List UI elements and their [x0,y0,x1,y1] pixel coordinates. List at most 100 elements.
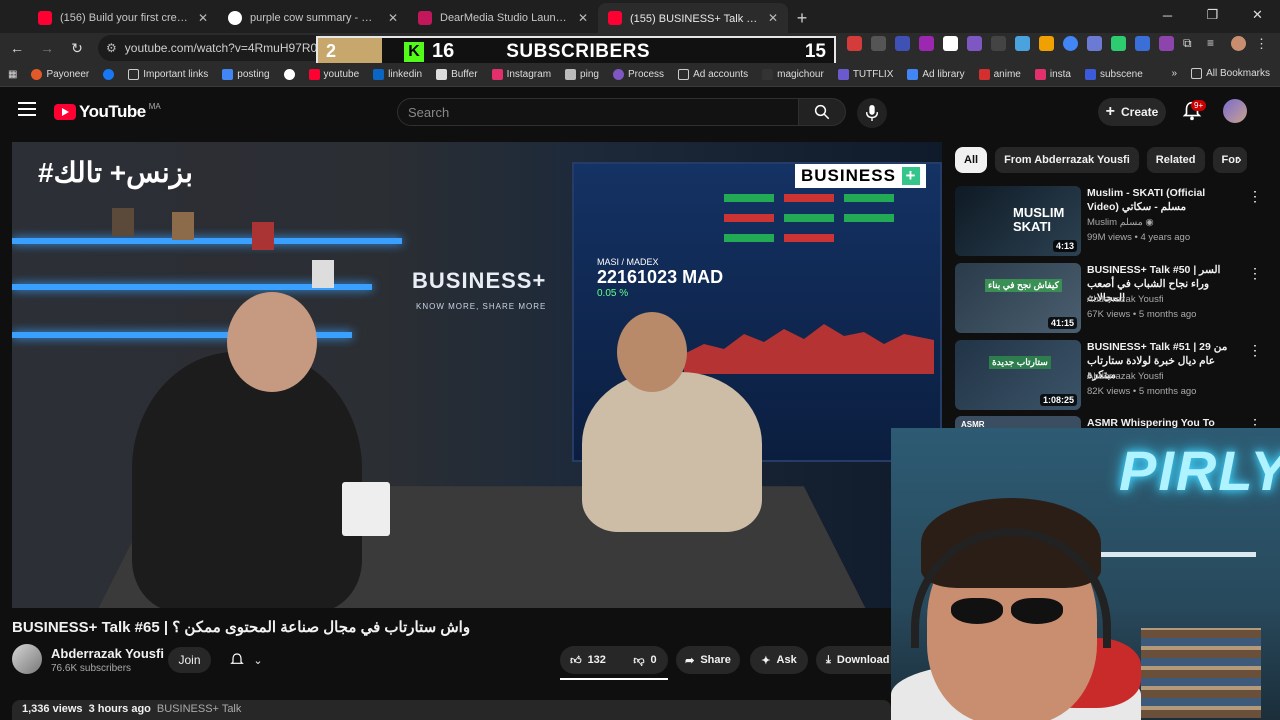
more-bookmarks-icon[interactable]: » [1172,68,1178,79]
bookmark-item[interactable]: magichour [762,69,824,80]
chip-from-channel[interactable]: From Abderrazak Yousfi [995,147,1139,173]
shelf-book [252,222,274,250]
video-description-box[interactable]: 1,336 views 3 hours ago BUSINESS+ Talk [12,700,891,720]
recommended-video[interactable]: MUSLIM SKATI 4:13 Muslim - SKATI (Offici… [955,186,1275,258]
media-icon[interactable]: ≡ [1207,36,1222,51]
video-thumbnail[interactable]: MUSLIM SKATI 4:13 [955,186,1081,256]
bookmark-item[interactable]: linkedin [373,69,422,80]
forward-icon[interactable]: → [34,35,60,61]
more-actions-icon[interactable]: ⋮ [1248,265,1262,282]
close-tab-icon[interactable]: ✕ [768,11,778,25]
account-avatar[interactable] [1223,99,1247,123]
amazon-extension-icon[interactable] [1039,36,1054,51]
bookmark-item[interactable]: posting [222,69,270,80]
bookmark-item[interactable]: TUTFLIX [837,69,893,80]
extension-icon[interactable] [991,36,1006,51]
site-info-icon[interactable]: ⚙ [106,41,117,55]
video-player[interactable]: MASI / MADEX 22161023 MAD 0.05 % BUSINES… [12,142,942,608]
bookmark-item[interactable]: Buffer [436,69,478,80]
chevron-right-icon[interactable]: › [1230,151,1248,169]
bookmark-item[interactable]: anime [978,69,1021,80]
close-tab-icon[interactable]: ✕ [198,11,208,25]
extension-icon[interactable] [1111,36,1126,51]
browser-tab[interactable]: purple cow summary - Google ✕ [218,3,408,33]
channel-name[interactable]: Abderrazak Yousfi [51,646,164,661]
ask-button[interactable]: ✦ Ask [750,646,808,674]
close-window-icon[interactable]: ✕ [1235,0,1280,30]
recommended-video[interactable]: ستارتاب جديدة 1:08:25 BUSINESS+ Talk #51… [955,340,1275,412]
download-button[interactable]: ⤓ Download [816,646,891,674]
youtube-favicon-icon [38,11,52,25]
reload-icon[interactable]: ↻ [64,35,90,61]
apps-icon[interactable]: ▦ [8,69,17,80]
search-input[interactable]: Search [397,98,799,126]
sparkle-icon: ✦ [761,654,771,667]
extension-icon[interactable] [1159,36,1174,51]
more-actions-icon[interactable]: ⋮ [1248,188,1262,205]
more-actions-icon[interactable]: ⋮ [1248,342,1262,359]
extension-icon[interactable] [1087,36,1102,51]
browser-tab-bar: (156) Build your first creative Ad ✕ pur… [0,0,1280,33]
bookmark-item[interactable]: Instagram [491,69,551,80]
chip-all[interactable]: All [955,147,988,173]
dislike-button[interactable]: 👎︎ 0 [622,646,668,674]
extension-icon[interactable] [1015,36,1030,51]
extension-icon[interactable] [847,36,862,51]
bookmark-item[interactable]: subscene [1085,69,1143,80]
notification-preferences-button[interactable]: ⌄ [219,647,273,673]
recommended-video[interactable]: كيفاش نجح في بناء 41:15 BUSINESS+ Talk #… [955,263,1275,335]
youtube-favicon-icon [608,11,622,25]
chip-related[interactable]: Related [1146,147,1205,173]
menu-kebab-icon[interactable]: ⋮ [1255,36,1270,51]
browser-tab[interactable]: (156) Build your first creative Ad ✕ [28,3,218,33]
bookmark-folder[interactable]: Ad accounts [678,69,748,80]
minimize-icon[interactable]: ─ [1145,0,1190,30]
search-button[interactable] [798,98,846,126]
join-button[interactable]: Join [168,647,211,673]
share-icon: ➦ [685,654,695,667]
extension-icon[interactable] [919,36,934,51]
video-thumbnail[interactable]: كيفاش نجح في بناء 41:15 [955,263,1081,333]
profile-icon[interactable] [1231,36,1246,51]
hamburger-menu-icon[interactable] [18,102,36,116]
maximize-icon[interactable]: ❐ [1190,0,1235,30]
bookmark-item[interactable] [103,69,115,80]
bookmark-item[interactable] [283,69,295,80]
extension-icon[interactable] [1063,36,1078,51]
close-tab-icon[interactable]: ✕ [388,11,398,25]
bookmark-item[interactable]: insta [1034,69,1071,80]
like-button[interactable]: 👍︎ 132 [560,646,616,674]
like-ratio-bar [560,678,668,680]
extension-icon[interactable] [943,36,958,51]
extension-icon[interactable] [871,36,886,51]
close-tab-icon[interactable]: ✕ [578,11,588,25]
download-icon: ⤓ [826,653,831,666]
bookmark-item[interactable]: Payoneer [31,69,89,80]
url-input[interactable]: ⚙ youtube.com/watch?v=4RmuH97R0ew&t= [98,35,328,61]
kick-icon: K [404,41,424,62]
bookmark-item[interactable]: Ad library [907,69,965,80]
bookmark-item[interactable]: youtube [308,69,359,80]
youtube-logo[interactable]: YouTube MA [54,102,161,122]
browser-tab-active[interactable]: (155) BUSINESS+ Talk #65 | ؟ , ✕ [598,3,788,33]
hashtag-link[interactable]: BUSINESS+ Talk [157,703,241,717]
filter-chips: All From Abderrazak Yousfi Related For [955,147,1247,173]
bookmark-item[interactable]: Process [612,69,664,80]
puzzle-icon[interactable]: ⧉ [1183,36,1198,51]
voice-search-button[interactable] [857,98,887,128]
share-button[interactable]: ➦ Share [676,646,740,674]
back-icon[interactable]: ← [4,35,30,61]
extension-icon[interactable] [1135,36,1150,51]
youtube-play-icon [54,104,76,120]
youtube-header: YouTube MA Search + Create [0,88,1280,136]
bookmark-item[interactable]: ping [565,69,599,80]
video-thumbnail[interactable]: ستارتاب جديدة 1:08:25 [955,340,1081,410]
channel-avatar[interactable] [12,644,42,674]
browser-tab[interactable]: DearMedia Studio Launch - Lov ✕ [408,3,598,33]
create-button[interactable]: + Create [1098,98,1166,126]
extension-icon[interactable] [895,36,910,51]
all-bookmarks-folder[interactable]: All Bookmarks [1191,68,1270,79]
extension-icon[interactable] [967,36,982,51]
new-tab-icon[interactable]: + [788,3,816,33]
bookmark-folder[interactable]: Important links [128,69,208,80]
